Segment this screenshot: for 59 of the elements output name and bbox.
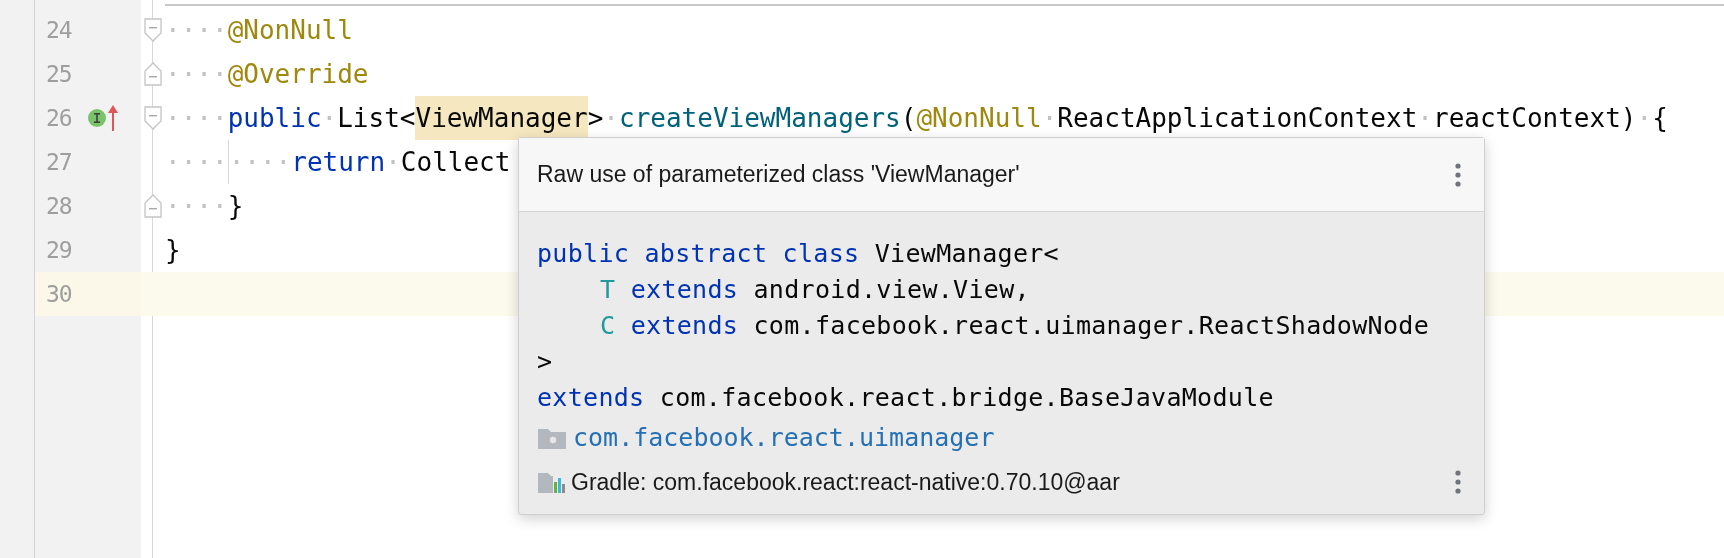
keyword-text: return: [291, 145, 386, 179]
fold-marker-icon[interactable]: [144, 194, 162, 218]
line-number: 27: [46, 147, 73, 177]
code-text: com.facebook.react.uimanager.ReactShadowNode: [752, 310, 1429, 343]
kebab-menu-icon: [1455, 470, 1461, 494]
whitespace-dots: ····: [228, 145, 292, 179]
line-number: 30: [46, 279, 73, 309]
code-text: List<: [337, 101, 416, 135]
line-number: 26: [46, 103, 73, 133]
whitespace-dots: ·: [321, 101, 338, 135]
annotation-text: @NonNull: [916, 101, 1042, 135]
whitespace-dots: ····: [165, 101, 228, 135]
type-parameter: C: [600, 310, 616, 343]
kebab-menu-icon: [1455, 162, 1461, 187]
keyword-text: public: [227, 101, 322, 135]
line-number: 29: [46, 235, 73, 265]
highlighted-type: ViewManager: [415, 96, 588, 140]
method-name: createViewManagers: [619, 101, 901, 135]
code-text: android.view.View,: [752, 274, 1030, 307]
code-text: >: [587, 101, 604, 135]
annotation-text: @Override: [227, 57, 369, 91]
library-icon: [537, 470, 567, 494]
keyword-text: extends: [629, 310, 739, 343]
whitespace-dots: ····: [165, 189, 228, 223]
whitespace-dots: ·: [603, 101, 619, 135]
fold-marker-icon[interactable]: [144, 62, 162, 86]
whitespace-dots: ·: [1041, 101, 1058, 135]
code-text: }: [227, 189, 244, 223]
package-link[interactable]: com.facebook.react.uimanager: [573, 419, 995, 457]
code-text: >: [537, 346, 553, 379]
code-text: Collect: [400, 145, 511, 179]
code-text: }: [165, 233, 181, 267]
line-number: 24: [46, 15, 73, 45]
code-text: {: [1652, 101, 1668, 135]
line-number: 25: [46, 59, 73, 89]
code-text: reactContext): [1433, 101, 1637, 135]
whitespace-dots: ····: [165, 145, 228, 179]
code-text: ReactApplicationContext: [1057, 101, 1418, 135]
implemented-marker-icon[interactable]: [87, 108, 107, 128]
keyword-text: extends: [629, 274, 739, 307]
code-text: com.facebook.react.bridge.BaseJavaModule: [658, 382, 1274, 415]
folder-icon: [537, 426, 567, 450]
library-name: Gradle: com.facebook.react:react-native:0.70.10@aar: [571, 467, 1120, 497]
whitespace-dots: ·: [385, 145, 401, 179]
type-parameter: T: [600, 274, 616, 307]
annotation-text: @NonNull: [227, 13, 353, 47]
keyword-text: extends: [537, 382, 645, 415]
code-text: (: [900, 101, 917, 135]
keyword-text: public abstract class: [537, 238, 860, 271]
whitespace-dots: ····: [165, 57, 228, 91]
whitespace-dots: ····: [165, 13, 228, 47]
fold-marker-icon[interactable]: [144, 106, 162, 130]
indent-guide: [227, 140, 229, 184]
line-number: 28: [46, 191, 73, 221]
code-text: ViewManager<: [873, 238, 1059, 271]
whitespace-dots: ·: [1636, 101, 1653, 135]
whitespace-dots: ·: [1417, 101, 1433, 135]
popup-title: Raw use of parameterized class 'ViewManager': [537, 160, 1020, 190]
fold-marker-icon[interactable]: [144, 18, 162, 42]
